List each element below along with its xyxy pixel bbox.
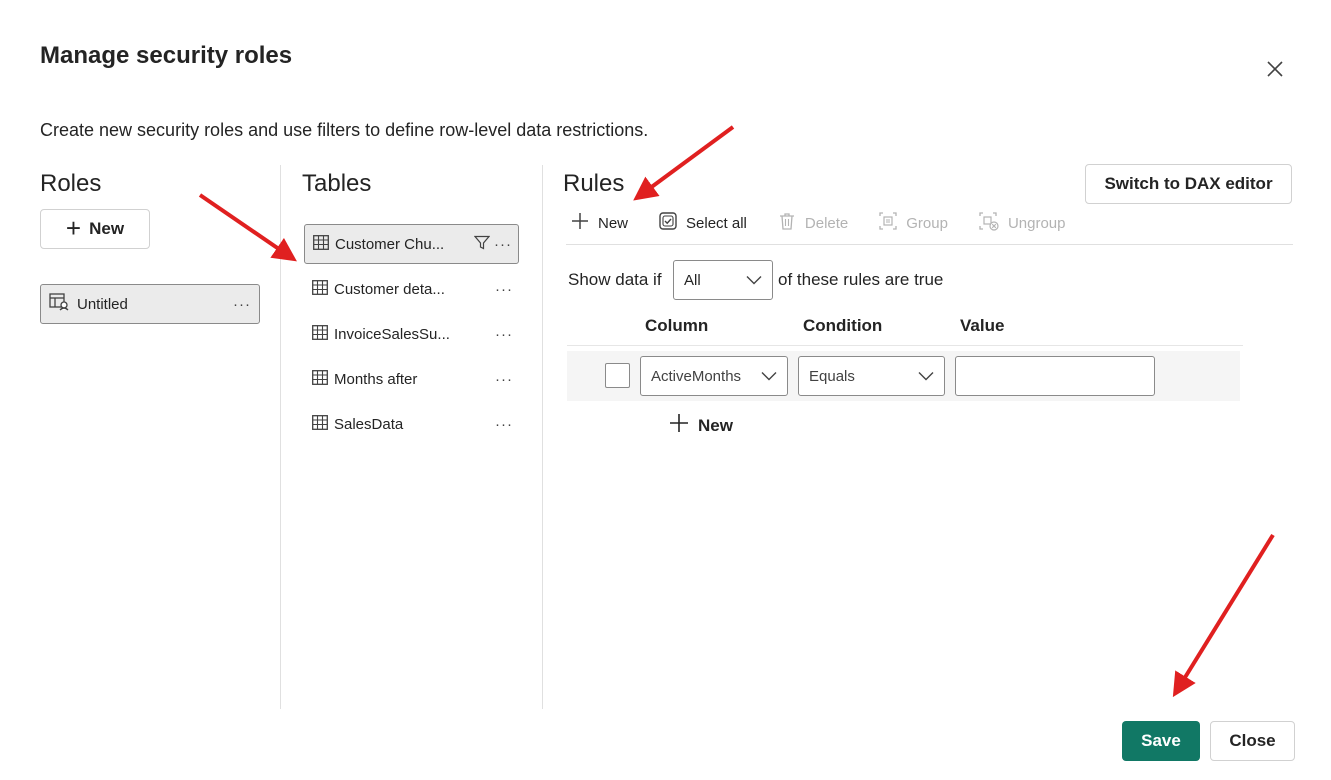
role-icon	[49, 293, 69, 315]
roles-heading: Roles	[40, 170, 102, 197]
annotation-arrow-tables	[198, 193, 297, 262]
column-dropdown-value: ActiveMonths	[651, 367, 742, 385]
new-role-label: New	[89, 219, 125, 238]
role-item-untitled[interactable]: Untitled ···	[40, 284, 260, 324]
rules-toolbar: New Select all Delete Group Ungroup	[566, 208, 1092, 238]
table-item-label: InvoiceSalesSu...	[334, 325, 450, 343]
table-item-label: Customer deta...	[334, 280, 445, 298]
table-icon	[313, 234, 329, 254]
group-label: Group	[906, 214, 948, 232]
match-mode-dropdown[interactable]: All	[673, 260, 773, 300]
ungroup-button[interactable]: Ungroup	[974, 211, 1070, 235]
column-dropdown[interactable]: ActiveMonths	[640, 356, 788, 396]
checkbox-select-icon	[658, 211, 678, 235]
table-item-customer-details[interactable]: Customer deta... ···	[304, 269, 519, 309]
add-rule-label: New	[698, 415, 733, 435]
dialog-subtitle: Create new security roles and use filter…	[40, 120, 649, 140]
condition-header: Condition	[803, 316, 883, 335]
plus-icon	[668, 412, 690, 439]
condition-dropdown-value: Equals	[809, 367, 855, 385]
value-input[interactable]	[955, 356, 1155, 396]
delete-button[interactable]: Delete	[773, 211, 852, 235]
save-button[interactable]: Save	[1122, 721, 1200, 761]
table-icon	[312, 324, 328, 344]
table-item-label: Customer Chu...	[335, 235, 445, 253]
table-item-label: Months after	[334, 370, 418, 388]
column-divider	[542, 165, 543, 709]
column-divider	[280, 165, 281, 709]
table-item-invoice-sales[interactable]: InvoiceSalesSu... ···	[304, 314, 519, 354]
more-options-icon[interactable]: ···	[495, 416, 519, 433]
table-item-salesdata[interactable]: SalesData ···	[304, 404, 519, 444]
more-options-icon[interactable]: ···	[495, 281, 519, 298]
plus-icon	[570, 211, 590, 235]
rule-row-checkbox[interactable]	[605, 363, 630, 388]
chevron-down-icon	[761, 368, 777, 385]
switch-to-dax-editor-button[interactable]: Switch to DAX editor	[1085, 164, 1292, 204]
annotation-arrow-save	[1172, 533, 1275, 698]
close-button[interactable]: Close	[1210, 721, 1295, 761]
plus-icon: +	[65, 212, 82, 243]
new-rule-label: New	[598, 214, 629, 232]
new-rule-button[interactable]: New	[566, 211, 632, 235]
role-item-label: Untitled	[77, 295, 128, 313]
delete-label: Delete	[804, 214, 849, 232]
table-item-customer-churn[interactable]: Customer Chu... ···	[304, 224, 519, 264]
show-data-suffix: of these rules are true	[778, 270, 944, 289]
group-icon	[878, 211, 898, 235]
table-item-months-after[interactable]: Months after ···	[304, 359, 519, 399]
table-item-label: SalesData	[334, 415, 404, 433]
more-options-icon[interactable]: ···	[495, 326, 519, 343]
more-options-icon[interactable]: ···	[233, 296, 259, 313]
table-icon	[312, 369, 328, 389]
annotation-arrow-new-rule	[633, 125, 735, 201]
column-header: Column	[645, 316, 709, 335]
rules-heading: Rules	[563, 170, 625, 197]
chevron-down-icon	[746, 272, 762, 289]
ungroup-label: Ungroup	[1007, 214, 1066, 232]
table-icon	[312, 414, 328, 434]
add-rule-button[interactable]: New	[668, 412, 733, 439]
group-button[interactable]: Group	[874, 211, 952, 235]
manage-security-roles-dialog: Manage security roles Create new securit…	[0, 0, 1331, 780]
new-role-button[interactable]: + New	[40, 209, 150, 249]
select-all-label: Select all	[686, 214, 747, 232]
ungroup-icon	[978, 211, 1000, 235]
more-options-icon[interactable]: ···	[494, 236, 518, 253]
trash-icon	[777, 211, 797, 235]
chevron-down-icon	[918, 368, 934, 385]
more-options-icon[interactable]: ···	[495, 371, 519, 388]
value-header: Value	[960, 316, 1005, 335]
header-divider	[567, 345, 1243, 346]
match-mode-value: All	[684, 271, 701, 289]
show-data-prefix: Show data if	[568, 270, 662, 289]
toolbar-divider	[566, 244, 1293, 245]
table-icon	[312, 279, 328, 299]
close-icon[interactable]	[1262, 56, 1288, 82]
tables-heading: Tables	[302, 170, 372, 197]
filter-icon	[473, 235, 491, 254]
select-all-button[interactable]: Select all	[654, 211, 751, 235]
condition-dropdown[interactable]: Equals	[798, 356, 945, 396]
dialog-title: Manage security roles	[40, 42, 293, 69]
